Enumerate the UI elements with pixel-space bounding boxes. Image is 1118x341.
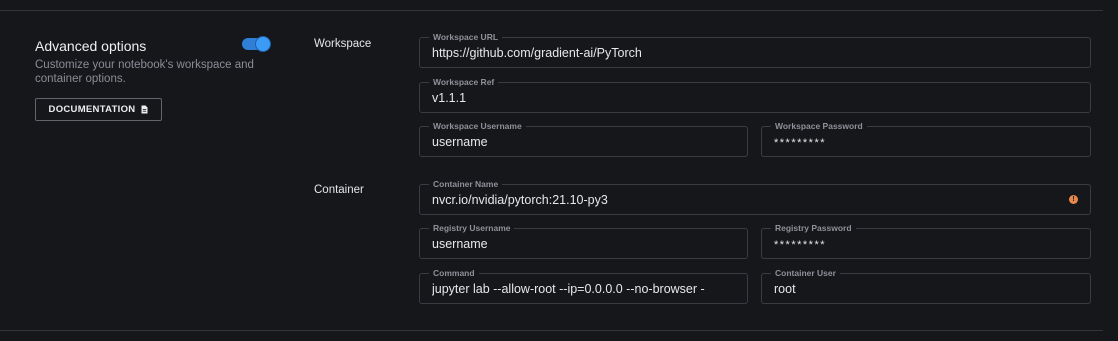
registry-password-field[interactable]: Registry Password ********* — [761, 223, 1091, 259]
registry-username-field[interactable]: Registry Username username — [419, 223, 748, 259]
container-name-label: Container Name — [429, 179, 503, 189]
advanced-options-description: Customize your notebook's workspace and … — [35, 59, 254, 85]
registry-password-label: Registry Password — [771, 223, 856, 233]
file-icon — [141, 105, 148, 114]
container-user-label: Container User — [771, 268, 840, 278]
workspace-username-label: Workspace Username — [429, 121, 526, 131]
workspace-username-field[interactable]: Workspace Username username — [419, 121, 748, 157]
advanced-options-toggle[interactable] — [242, 37, 270, 51]
workspace-username-value[interactable]: username — [432, 135, 735, 150]
container-name-field[interactable]: Container Name nvcr.io/nvidia/pytorch:21… — [419, 179, 1091, 215]
workspace-password-label: Workspace Password — [771, 121, 867, 131]
workspace-ref-field[interactable]: Workspace Ref v1.1.1 — [419, 77, 1091, 113]
divider-top — [0, 10, 1103, 11]
registry-password-value[interactable]: ********* — [774, 238, 1078, 253]
workspace-url-label: Workspace URL — [429, 32, 503, 42]
registry-username-label: Registry Username — [429, 223, 515, 233]
advanced-options-title: Advanced options — [35, 38, 147, 54]
documentation-button[interactable]: DOCUMENTATION — [35, 98, 162, 121]
advanced-options-panel: Advanced options Customize your notebook… — [35, 37, 275, 121]
command-field[interactable]: Command jupyter lab --allow-root --ip=0.… — [419, 268, 748, 304]
workspace-password-value[interactable]: ********* — [774, 136, 1078, 151]
command-value[interactable]: jupyter lab --allow-root --ip=0.0.0.0 --… — [432, 282, 743, 297]
container-section-label: Container — [314, 184, 364, 196]
workspace-url-value[interactable]: https://github.com/gradient-ai/PyTorch — [432, 46, 1078, 61]
divider-bottom — [0, 330, 1103, 331]
container-user-field[interactable]: Container User root — [761, 268, 1091, 304]
command-label: Command — [429, 268, 479, 278]
container-name-value[interactable]: nvcr.io/nvidia/pytorch:21.10-py3 — [432, 193, 1078, 208]
workspace-url-field[interactable]: Workspace URL https://github.com/gradien… — [419, 32, 1091, 68]
toggle-knob — [256, 37, 270, 51]
documentation-button-label: DOCUMENTATION — [48, 104, 136, 115]
workspace-section-label: Workspace — [314, 38, 372, 50]
registry-username-value[interactable]: username — [432, 237, 735, 252]
workspace-ref-value[interactable]: v1.1.1 — [432, 91, 1078, 106]
warning-icon: ! — [1069, 195, 1078, 204]
container-user-value[interactable]: root — [774, 282, 1078, 297]
workspace-ref-label: Workspace Ref — [429, 77, 499, 87]
workspace-password-field[interactable]: Workspace Password ********* — [761, 121, 1091, 157]
